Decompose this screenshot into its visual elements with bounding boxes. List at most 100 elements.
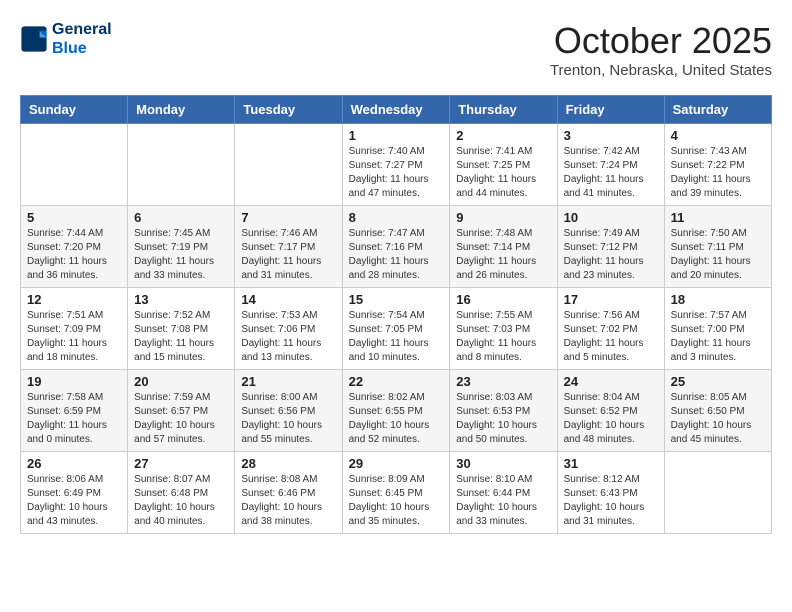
- day-cell: [235, 124, 342, 206]
- day-cell: 31 Sunrise: 8:12 AM Sunset: 6:43 PM Dayli…: [557, 452, 664, 534]
- column-header-tuesday: Tuesday: [235, 96, 342, 124]
- day-cell: 4Sunrise: 7:43 AM Sunset: 7:22 PM Daylig…: [664, 124, 771, 206]
- day-cell: 23 Sunrise: 8:03 AM Sunset: 6:53 PM Dayli…: [450, 370, 557, 452]
- column-header-monday: Monday: [128, 96, 235, 124]
- day-number: 7: [241, 210, 335, 225]
- day-number: 31: [564, 456, 658, 471]
- day-number: 20: [134, 374, 228, 389]
- day-cell: 10 Sunrise: 7:49 AM Sunset: 7:12 PM Dayli…: [557, 206, 664, 288]
- location: Trenton, Nebraska, United States: [550, 62, 772, 79]
- day-info: Sunrise: 7:59 AM Sunset: 6:57 PM Dayligh…: [134, 391, 228, 447]
- logo: General Blue: [20, 20, 112, 58]
- column-header-friday: Friday: [557, 96, 664, 124]
- day-number: 13: [134, 292, 228, 307]
- calendar: SundayMondayTuesdayWednesdayThursdayFrid…: [20, 95, 772, 534]
- day-number: 2: [456, 128, 550, 143]
- day-number: 3: [564, 128, 658, 143]
- logo-text: General Blue: [52, 20, 112, 58]
- day-cell: 16 Sunrise: 7:55 AM Sunset: 7:03 PM Dayli…: [450, 288, 557, 370]
- day-number: 24: [564, 374, 658, 389]
- week-row-3: 12 Sunrise: 7:51 AM Sunset: 7:09 PM Dayli…: [21, 288, 772, 370]
- day-cell: 24 Sunrise: 8:04 AM Sunset: 6:52 PM Dayli…: [557, 370, 664, 452]
- day-cell: 14Sunrise: 7:53 AM Sunset: 7:06 PM Dayli…: [235, 288, 342, 370]
- day-info: Sunrise: 7:55 AM Sunset: 7:03 PM Dayligh…: [456, 309, 550, 365]
- day-info: Sunrise: 7:57 AM Sunset: 7:00 PM Dayligh…: [671, 309, 765, 365]
- day-number: 29: [349, 456, 444, 471]
- day-number: 12: [27, 292, 121, 307]
- day-cell: 20 Sunrise: 7:59 AM Sunset: 6:57 PM Dayli…: [128, 370, 235, 452]
- day-cell: 26 Sunrise: 8:06 AM Sunset: 6:49 PM Dayli…: [21, 452, 128, 534]
- day-number: 22: [349, 374, 444, 389]
- day-number: 6: [134, 210, 228, 225]
- day-number: 15: [349, 292, 444, 307]
- day-info: Sunrise: 7:56 AM Sunset: 7:02 PM Dayligh…: [564, 309, 658, 365]
- day-cell: 2 Sunrise: 7:41 AM Sunset: 7:25 PM Daylig…: [450, 124, 557, 206]
- day-number: 19: [27, 374, 121, 389]
- day-number: 4: [671, 128, 765, 143]
- day-headers-row: SundayMondayTuesdayWednesdayThursdayFrid…: [21, 96, 772, 124]
- title-block: October 2025 Trenton, Nebraska, United S…: [550, 20, 772, 79]
- day-cell: 5Sunrise: 7:44 AM Sunset: 7:20 PM Daylig…: [21, 206, 128, 288]
- day-info: Sunrise: 7:58 AM Sunset: 6:59 PM Dayligh…: [27, 391, 121, 447]
- week-row-5: 26 Sunrise: 8:06 AM Sunset: 6:49 PM Dayli…: [21, 452, 772, 534]
- column-header-saturday: Saturday: [664, 96, 771, 124]
- day-cell: 21Sunrise: 8:00 AM Sunset: 6:56 PM Dayli…: [235, 370, 342, 452]
- day-info: Sunrise: 8:05 AM Sunset: 6:50 PM Dayligh…: [671, 391, 765, 447]
- day-info: Sunrise: 7:42 AM Sunset: 7:24 PM Dayligh…: [564, 145, 658, 201]
- day-info: Sunrise: 7:45 AM Sunset: 7:19 PM Dayligh…: [134, 227, 228, 283]
- day-cell: [664, 452, 771, 534]
- column-header-wednesday: Wednesday: [342, 96, 450, 124]
- day-number: 17: [564, 292, 658, 307]
- day-cell: 25Sunrise: 8:05 AM Sunset: 6:50 PM Dayli…: [664, 370, 771, 452]
- day-cell: 17 Sunrise: 7:56 AM Sunset: 7:02 PM Dayli…: [557, 288, 664, 370]
- day-number: 9: [456, 210, 550, 225]
- day-number: 27: [134, 456, 228, 471]
- day-number: 18: [671, 292, 765, 307]
- day-cell: 3 Sunrise: 7:42 AM Sunset: 7:24 PM Daylig…: [557, 124, 664, 206]
- day-cell: 19 Sunrise: 7:58 AM Sunset: 6:59 PM Dayli…: [21, 370, 128, 452]
- day-info: Sunrise: 8:03 AM Sunset: 6:53 PM Dayligh…: [456, 391, 550, 447]
- day-info: Sunrise: 8:10 AM Sunset: 6:44 PM Dayligh…: [456, 473, 550, 529]
- day-info: Sunrise: 8:08 AM Sunset: 6:46 PM Dayligh…: [241, 473, 335, 529]
- day-info: Sunrise: 7:41 AM Sunset: 7:25 PM Dayligh…: [456, 145, 550, 201]
- day-cell: 8 Sunrise: 7:47 AM Sunset: 7:16 PM Daylig…: [342, 206, 450, 288]
- day-cell: 22 Sunrise: 8:02 AM Sunset: 6:55 PM Dayli…: [342, 370, 450, 452]
- day-number: 16: [456, 292, 550, 307]
- day-cell: 27 Sunrise: 8:07 AM Sunset: 6:48 PM Dayli…: [128, 452, 235, 534]
- day-info: Sunrise: 7:48 AM Sunset: 7:14 PM Dayligh…: [456, 227, 550, 283]
- week-row-4: 19 Sunrise: 7:58 AM Sunset: 6:59 PM Dayli…: [21, 370, 772, 452]
- day-cell: 30 Sunrise: 8:10 AM Sunset: 6:44 PM Dayli…: [450, 452, 557, 534]
- day-info: Sunrise: 8:04 AM Sunset: 6:52 PM Dayligh…: [564, 391, 658, 447]
- day-number: 30: [456, 456, 550, 471]
- day-number: 26: [27, 456, 121, 471]
- day-cell: [21, 124, 128, 206]
- day-cell: 13Sunrise: 7:52 AM Sunset: 7:08 PM Dayli…: [128, 288, 235, 370]
- month-title: October 2025: [550, 20, 772, 62]
- day-number: 10: [564, 210, 658, 225]
- day-number: 11: [671, 210, 765, 225]
- day-info: Sunrise: 7:51 AM Sunset: 7:09 PM Dayligh…: [27, 309, 121, 365]
- week-row-2: 5Sunrise: 7:44 AM Sunset: 7:20 PM Daylig…: [21, 206, 772, 288]
- day-number: 1: [349, 128, 444, 143]
- day-info: Sunrise: 8:06 AM Sunset: 6:49 PM Dayligh…: [27, 473, 121, 529]
- day-info: Sunrise: 7:47 AM Sunset: 7:16 PM Dayligh…: [349, 227, 444, 283]
- day-number: 14: [241, 292, 335, 307]
- day-info: Sunrise: 8:07 AM Sunset: 6:48 PM Dayligh…: [134, 473, 228, 529]
- page-header: General Blue October 2025 Trenton, Nebra…: [20, 20, 772, 79]
- day-cell: [128, 124, 235, 206]
- day-info: Sunrise: 7:54 AM Sunset: 7:05 PM Dayligh…: [349, 309, 444, 365]
- day-info: Sunrise: 7:40 AM Sunset: 7:27 PM Dayligh…: [349, 145, 444, 201]
- day-info: Sunrise: 8:02 AM Sunset: 6:55 PM Dayligh…: [349, 391, 444, 447]
- logo-icon: [20, 25, 48, 53]
- day-cell: 9 Sunrise: 7:48 AM Sunset: 7:14 PM Daylig…: [450, 206, 557, 288]
- column-header-thursday: Thursday: [450, 96, 557, 124]
- day-info: Sunrise: 7:50 AM Sunset: 7:11 PM Dayligh…: [671, 227, 765, 283]
- day-cell: 6 Sunrise: 7:45 AM Sunset: 7:19 PM Daylig…: [128, 206, 235, 288]
- day-info: Sunrise: 7:49 AM Sunset: 7:12 PM Dayligh…: [564, 227, 658, 283]
- day-info: Sunrise: 8:12 AM Sunset: 6:43 PM Dayligh…: [564, 473, 658, 529]
- day-info: Sunrise: 7:46 AM Sunset: 7:17 PM Dayligh…: [241, 227, 335, 283]
- day-number: 23: [456, 374, 550, 389]
- day-cell: 1 Sunrise: 7:40 AM Sunset: 7:27 PM Daylig…: [342, 124, 450, 206]
- day-number: 8: [349, 210, 444, 225]
- day-info: Sunrise: 7:44 AM Sunset: 7:20 PM Dayligh…: [27, 227, 121, 283]
